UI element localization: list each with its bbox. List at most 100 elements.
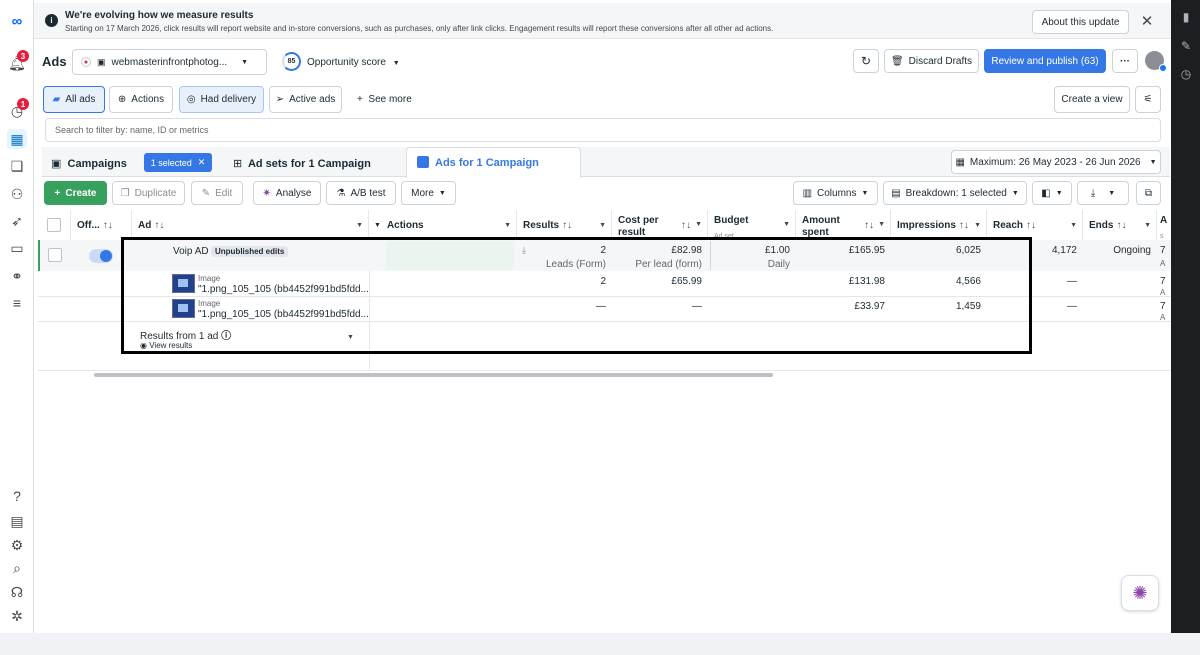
tab-campaigns[interactable]: ▣ Campaigns — [51, 157, 127, 170]
column-ad[interactable]: Ad ↑↓ ▼ — [132, 210, 369, 240]
edit-button[interactable]: ✎ Edit — [191, 181, 243, 205]
alerts-icon[interactable]: ◷ 1 — [7, 98, 29, 121]
sort-icon[interactable]: ↑↓ — [864, 220, 874, 231]
billing-card-icon[interactable]: ▭ — [7, 238, 27, 258]
selected-chip[interactable]: 1 selected ✕ — [144, 153, 212, 172]
refresh-button[interactable]: ↻ — [853, 49, 879, 73]
chevron-down-icon[interactable]: ▼ — [599, 222, 606, 229]
chevron-down-icon: ▼ — [392, 60, 400, 67]
export-button[interactable]: ⤓ ▼ — [1077, 181, 1129, 205]
facebook-badge-icon — [1159, 64, 1167, 72]
column-attribution-sublabel: s — [1160, 233, 1164, 240]
pages-icon[interactable]: ❏ — [7, 156, 27, 176]
duplicate-button[interactable]: ❐ Duplicate — [112, 181, 185, 205]
date-range-label: Maximum: 26 May 2023 - 26 Jun 2026 — [969, 156, 1141, 168]
ads-icon — [417, 156, 429, 168]
filter-settings-button[interactable]: ⚟ — [1135, 86, 1161, 113]
sort-icon[interactable]: ↑↓ — [1026, 220, 1036, 231]
tab-ads[interactable]: Ads for 1 Campaign — [406, 147, 581, 178]
send-icon: ➢ — [275, 94, 285, 105]
expand-button[interactable]: ⧉ — [1136, 181, 1161, 205]
column-budget[interactable]: Budget Ad set ▼ — [708, 210, 796, 240]
chevron-down-icon[interactable]: ▼ — [974, 222, 981, 229]
column-off-on[interactable]: Off... ↑↓ — [71, 210, 132, 240]
more-button[interactable]: More ▼ — [401, 181, 456, 205]
all-tools-menu-icon[interactable]: ≡ — [7, 293, 27, 313]
all-ads-filter[interactable]: ▰ All ads — [43, 86, 105, 113]
sort-icon[interactable]: ↑↓ — [1116, 220, 1126, 231]
date-range-picker[interactable]: ▦ Maximum: 26 May 2023 - 26 Jun 2026 ▼ — [951, 150, 1161, 174]
chevron-down-icon[interactable]: ▼ — [695, 221, 702, 228]
breakdown-attribution-sub: A — [1160, 288, 1166, 297]
column-reach[interactable]: Reach ↑↓ ▼ — [987, 210, 1083, 240]
settings-gear-icon[interactable]: ⚙ — [7, 535, 27, 555]
close-icon[interactable]: ✕ — [198, 157, 206, 168]
audiences-icon[interactable]: ⚇ — [7, 184, 27, 204]
tab-ad-sets[interactable]: ⊞ Ad sets for 1 Campaign — [233, 157, 371, 170]
column-attribution[interactable]: As — [1157, 210, 1171, 240]
chevron-down-icon[interactable]: ▼ — [783, 221, 790, 228]
sort-icon[interactable]: ↑↓ — [562, 220, 572, 231]
about-this-update-button[interactable]: About this update — [1032, 10, 1129, 34]
history-clock-icon[interactable]: ◷ — [1178, 66, 1194, 82]
ab-test-button[interactable]: ⚗ A/B test — [326, 181, 396, 205]
search-input[interactable]: Search to filter by: name, ID or metrics — [45, 118, 1161, 142]
column-amount-spent[interactable]: Amount spent ↑↓ ▼ — [796, 210, 891, 240]
business-assets-icon[interactable]: ⚭ — [7, 266, 27, 286]
column-ad-label: Ad — [138, 219, 152, 231]
ad-account-selector[interactable]: ● ▣ webmasterinfrontphotog... ▼ — [72, 49, 267, 75]
edit-pencil-icon[interactable]: ✎ — [1178, 38, 1194, 54]
review-and-publish-button[interactable]: Review and publish (63) — [984, 49, 1106, 73]
see-more-filter[interactable]: + See more — [357, 94, 412, 105]
row-checkbox[interactable] — [48, 248, 62, 262]
campaign-planner-icon[interactable]: ➶ — [7, 211, 27, 231]
search-icon[interactable]: ⌕ — [7, 558, 27, 578]
ends-value: Ongoing — [1113, 245, 1151, 256]
discard-drafts-button[interactable]: 🗑︎ Discard Drafts — [884, 49, 979, 73]
create-a-view-button[interactable]: Create a view — [1054, 86, 1130, 113]
sort-icon[interactable]: ↑↓ — [103, 220, 113, 231]
breakdown-button[interactable]: ▤ Breakdown: 1 selected ▼ — [883, 181, 1027, 205]
chevron-down-icon[interactable]: ▼ — [1070, 222, 1077, 229]
help-icon[interactable]: ? — [7, 486, 27, 506]
page-title: Ads — [42, 54, 67, 69]
chevron-down-icon[interactable]: ▼ — [504, 222, 511, 229]
bug-report-icon[interactable]: ✲ — [7, 606, 27, 626]
reports-icon: ◧ — [1041, 187, 1051, 199]
support-headset-icon[interactable]: ☊ — [7, 582, 27, 602]
select-all-checkbox[interactable] — [47, 218, 61, 232]
chevron-down-icon[interactable]: ▼ — [356, 222, 363, 229]
ads-manager-grid-icon[interactable]: ▦ — [7, 129, 27, 149]
chevron-down-icon[interactable]: ▼ — [878, 221, 885, 228]
close-icon[interactable]: ✕ — [1139, 13, 1155, 30]
analyse-button[interactable]: ✷ Analyse — [253, 181, 321, 205]
column-ends[interactable]: Ends ↑↓ ▼ — [1083, 210, 1157, 240]
ad-toggle-switch[interactable] — [89, 249, 113, 263]
columns-button[interactable]: ▥ Columns ▼ — [793, 181, 878, 205]
horizontal-scrollbar[interactable] — [94, 373, 773, 377]
reports-button[interactable]: ◧ ▼ — [1032, 181, 1072, 205]
column-results[interactable]: Results ↑↓ ▼ — [517, 210, 612, 240]
actions-filter[interactable]: ⊕ Actions — [109, 86, 173, 113]
opportunity-score-selector[interactable]: Opportunity score ▼ — [307, 57, 400, 68]
chevron-down-icon[interactable]: ▼ — [1144, 222, 1151, 229]
active-ads-filter[interactable]: ➢ Active ads — [269, 86, 342, 113]
meta-logo-icon[interactable]: ∞ — [7, 11, 27, 31]
had-delivery-filter[interactable]: ◎ Had delivery — [179, 86, 264, 113]
sort-icon[interactable]: ↑↓ — [681, 220, 691, 231]
ai-assistant-button[interactable]: ✺ — [1121, 575, 1159, 611]
sort-icon[interactable]: ↑↓ — [154, 220, 164, 231]
sort-icon[interactable]: ↑↓ — [959, 220, 969, 231]
news-icon[interactable]: ▤ — [7, 511, 27, 531]
download-icon: ⤓ — [1090, 187, 1096, 199]
calendar-icon: ▦ — [955, 156, 965, 168]
charts-icon[interactable]: ▮ — [1178, 9, 1194, 25]
create-button[interactable]: + Create — [44, 181, 107, 205]
toggle-knob — [100, 250, 112, 262]
column-actions[interactable]: ▼ Actions ▼ — [369, 210, 517, 240]
notifications-bell-icon[interactable]: 🔔︎ 3 — [7, 50, 29, 73]
column-cost-per-result[interactable]: Cost per result ↑↓ ▼ — [612, 210, 708, 240]
avatar[interactable] — [1145, 51, 1167, 72]
column-impressions[interactable]: Impressions ↑↓ ▼ — [891, 210, 987, 240]
more-options-button[interactable]: ··· — [1112, 49, 1138, 73]
